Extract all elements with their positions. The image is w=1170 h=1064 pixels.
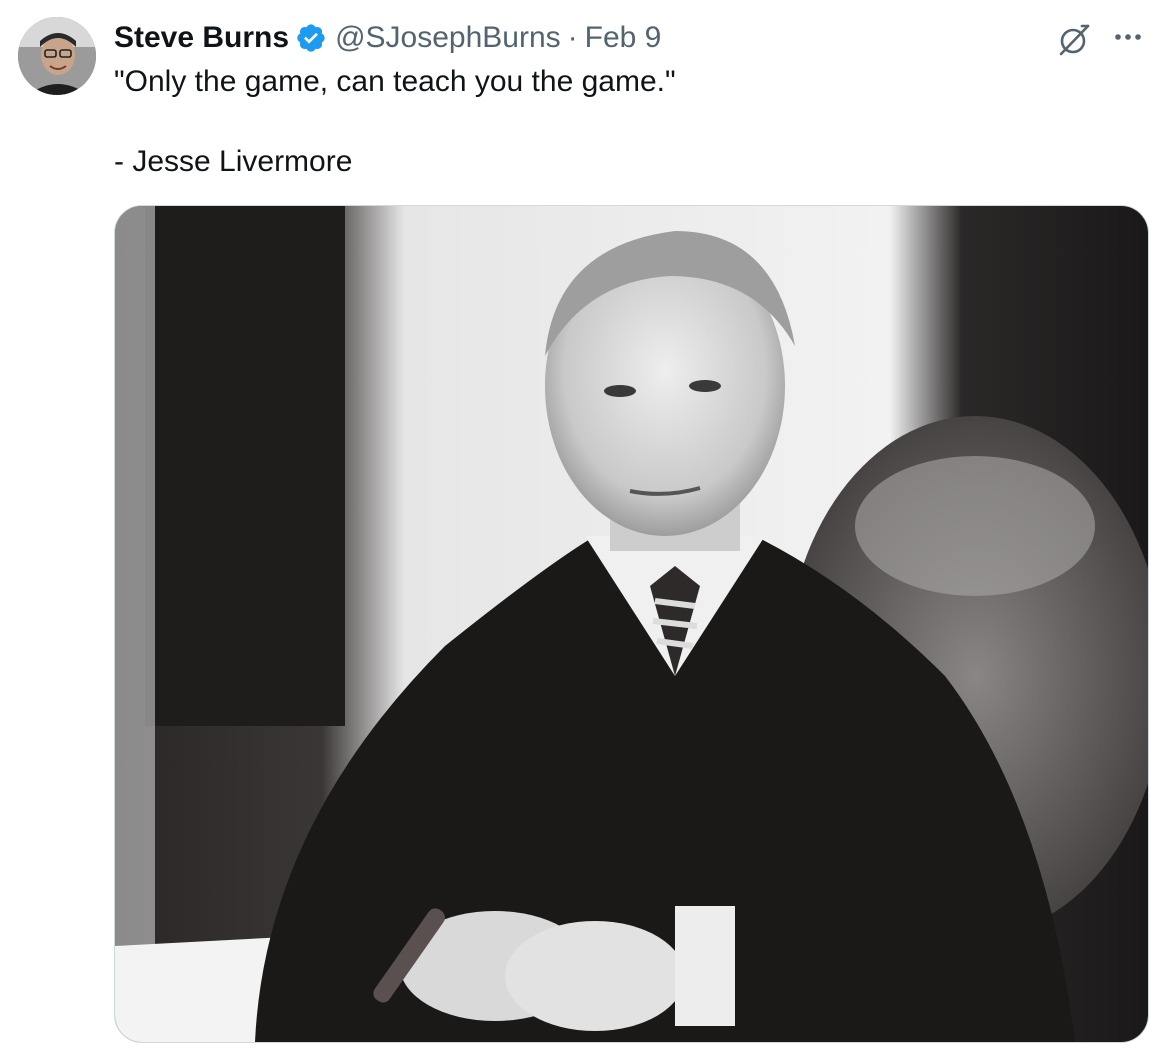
verified-badge-icon (295, 22, 327, 54)
avatar[interactable] (18, 17, 96, 95)
tweet-media-photo[interactable] (114, 205, 1149, 1043)
tweet-text: "Only the game, can teach you the game."… (114, 62, 1144, 182)
tweet-date[interactable]: Feb 9 (585, 21, 662, 55)
author-handle[interactable]: @SJosephBurns (335, 21, 561, 55)
tweet-text-line: "Only the game, can teach you the game." (114, 65, 676, 98)
avatar-photo (18, 17, 96, 95)
tweet-text-line: - Jesse Livermore (114, 145, 353, 178)
portrait-photo (115, 206, 1148, 1042)
grok-icon[interactable] (1054, 20, 1094, 60)
more-horizontal-icon[interactable] (1108, 22, 1148, 52)
separator-dot: · (567, 21, 578, 54)
tweet-header: Steve Burns @SJosephBurns · Feb 9 (114, 18, 661, 58)
author-name[interactable]: Steve Burns (114, 21, 289, 55)
line-spacer (114, 102, 1144, 142)
tweet[interactable]: Steve Burns @SJosephBurns · Feb 9 "Only … (0, 0, 1170, 1064)
